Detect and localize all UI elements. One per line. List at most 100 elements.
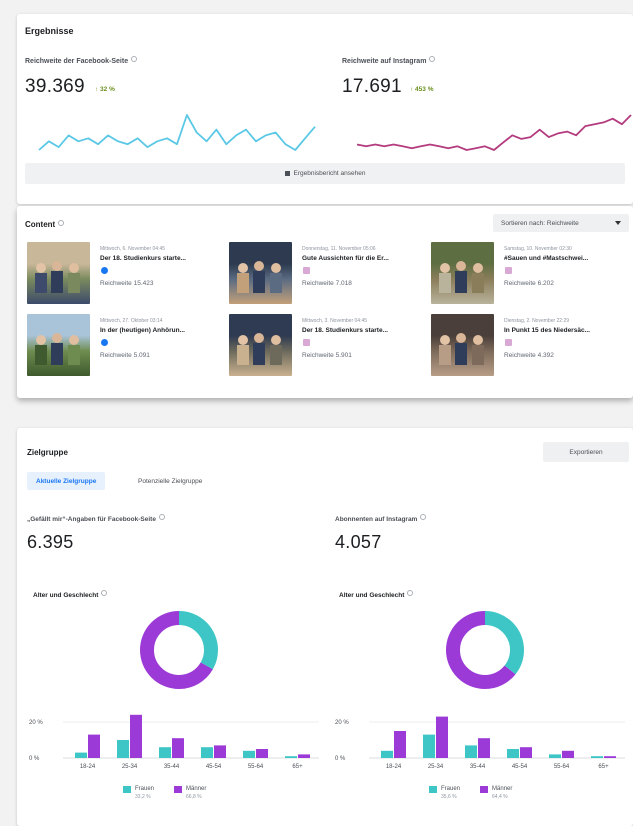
people-photo bbox=[237, 333, 282, 365]
facebook-reach-value: 39.369 bbox=[25, 76, 85, 97]
post-title[interactable]: Der 18. Studienkurs starte... bbox=[100, 255, 186, 262]
bar-women bbox=[507, 749, 519, 758]
post-reach: Reichweite 4.392 bbox=[504, 352, 554, 359]
gender-legend-left: Frauen 33,2 % Männer 66,8 % bbox=[123, 786, 206, 800]
info-icon[interactable] bbox=[101, 590, 108, 596]
bar-women bbox=[285, 756, 297, 758]
info-icon[interactable] bbox=[420, 514, 427, 520]
legend-men-pct: 64,4 % bbox=[492, 794, 508, 800]
age-bar-chart-left: 20 % 0 % 18-24 25-34 35-44 45-54 55-64 65+ bbox=[29, 714, 319, 770]
people-photo bbox=[35, 333, 80, 365]
post-reach: Reichweite 5.901 bbox=[302, 352, 352, 359]
export-button[interactable]: Exportieren bbox=[543, 442, 629, 462]
post-date: Dienstag, 2. November 22:29 bbox=[504, 318, 570, 324]
facebook-likes-value: 6.395 bbox=[27, 532, 74, 552]
facebook-icon bbox=[101, 339, 108, 346]
post-date: Donnerstag, 11. November 05:06 bbox=[302, 246, 376, 252]
post-thumbnail[interactable] bbox=[27, 314, 90, 376]
x-tick-label: 65+ bbox=[598, 764, 609, 770]
bar-women bbox=[201, 747, 213, 758]
post-date: Samstag, 10. November 02:30 bbox=[504, 246, 572, 252]
post-reach: Reichweite 5.091 bbox=[100, 352, 150, 359]
instagram-reach-value: 17.691 bbox=[342, 76, 402, 97]
tab-current-audience[interactable]: Aktuelle Zielgruppe bbox=[27, 472, 106, 490]
bar-men bbox=[214, 745, 226, 758]
bar-men bbox=[88, 734, 100, 758]
people-photo bbox=[439, 261, 484, 293]
report-icon bbox=[284, 171, 290, 176]
content-title: Content bbox=[25, 220, 65, 229]
x-tick-label: 45-54 bbox=[206, 764, 222, 770]
facebook-reach-sparkline bbox=[38, 114, 316, 151]
instagram-reach-label: Reichweite auf Instagram bbox=[342, 56, 436, 65]
bar-women bbox=[465, 745, 477, 758]
info-icon[interactable] bbox=[158, 514, 165, 520]
content-card: Content Sortieren nach: Reichweite Mittw… bbox=[17, 206, 633, 398]
facebook-reach-label: Reichweite der Facebook-Seite bbox=[25, 56, 138, 65]
post-thumbnail[interactable] bbox=[431, 242, 494, 304]
post-date: Mittwoch, 3. November 04:45 bbox=[302, 318, 368, 324]
sort-dropdown[interactable]: Sortieren nach: Reichweite bbox=[493, 214, 629, 232]
post-thumbnail[interactable] bbox=[229, 314, 292, 376]
legend-swatch-men bbox=[480, 786, 489, 793]
view-report-button[interactable]: Ergebnisbericht ansehen bbox=[25, 163, 625, 184]
post-tile[interactable]: Mittwoch, 27. Oktober 03:14 In der (heuti… bbox=[27, 314, 223, 376]
audience-title: Zielgruppe bbox=[27, 448, 68, 457]
tab-potential-audience[interactable]: Potenzielle Zielgruppe bbox=[129, 472, 211, 490]
post-tile[interactable]: Dienstag, 2. November 22:29 In Punkt 15 d… bbox=[431, 314, 627, 376]
post-tile[interactable]: Mittwoch, 6. November 04:45 Der 18. Studi… bbox=[27, 242, 223, 304]
post-tile[interactable]: Samstag, 10. November 02:30 #Sauen und #M… bbox=[431, 242, 627, 304]
bar-women bbox=[591, 756, 603, 758]
post-tile[interactable]: Mittwoch, 3. November 04:45 Der 18. Studi… bbox=[229, 314, 425, 376]
info-icon[interactable] bbox=[407, 590, 414, 596]
bar-men bbox=[478, 738, 490, 758]
age-bar-chart-right: 20 % 0 % 18-24 25-34 35-44 45-54 55-64 65+ bbox=[335, 716, 625, 770]
post-thumbnail[interactable] bbox=[27, 242, 90, 304]
x-tick-label: 55-64 bbox=[248, 764, 264, 770]
post-thumbnail[interactable] bbox=[431, 314, 494, 376]
y-tick-label: 0 % bbox=[29, 756, 40, 762]
post-reach: Reichweite 15.423 bbox=[100, 280, 154, 287]
bar-men bbox=[256, 749, 268, 758]
people-photo bbox=[439, 333, 484, 365]
sparkline-series bbox=[38, 114, 316, 151]
y-tick-label: 20 % bbox=[29, 720, 43, 726]
legend-women-pct: 35,6 % bbox=[441, 794, 457, 800]
post-date: Mittwoch, 27. Oktober 03:14 bbox=[100, 318, 163, 324]
bar-men bbox=[562, 750, 574, 758]
legend-men: Männer 66,8 % bbox=[174, 786, 206, 800]
post-thumbnail[interactable] bbox=[229, 242, 292, 304]
bar-men bbox=[394, 731, 406, 758]
y-tick-label: 20 % bbox=[335, 720, 349, 726]
legend-women: Frauen 33,2 % bbox=[123, 786, 154, 800]
people-photo bbox=[237, 261, 282, 293]
info-icon[interactable] bbox=[58, 220, 65, 226]
bar-women bbox=[159, 747, 171, 758]
info-icon[interactable] bbox=[131, 56, 138, 62]
bar-women bbox=[117, 740, 129, 758]
results-card: Ergebnisse Reichweite der Facebook-Seite… bbox=[17, 14, 633, 204]
legend-swatch-women bbox=[429, 786, 437, 793]
post-title[interactable]: Der 18. Studienkurs starte... bbox=[302, 327, 388, 334]
bar-men bbox=[520, 747, 532, 758]
post-tile[interactable]: Donnerstag, 11. November 05:06 Gute Aussi… bbox=[229, 242, 425, 304]
x-tick-label: 45-54 bbox=[512, 764, 528, 770]
post-title[interactable]: In der (heutigen) Anhörun... bbox=[100, 327, 185, 334]
bar-women bbox=[381, 750, 393, 758]
info-icon[interactable] bbox=[429, 56, 436, 62]
age-gender-label-right: Alter und Geschlecht bbox=[339, 590, 414, 599]
age-gender-label-left: Alter und Geschlecht bbox=[33, 590, 108, 599]
gender-donut-chart-right bbox=[446, 611, 524, 689]
gender-legend-right: Frauen 35,6 % Männer 64,4 % bbox=[429, 786, 512, 800]
post-title[interactable]: Gute Aussichten für die Er... bbox=[302, 255, 389, 262]
post-reach: Reichweite 6.202 bbox=[504, 280, 554, 287]
instagram-icon bbox=[303, 267, 310, 274]
instagram-icon bbox=[303, 339, 310, 346]
results-title: Ergebnisse bbox=[25, 26, 74, 36]
legend-men-pct: 66,8 % bbox=[186, 794, 202, 800]
x-tick-label: 18-24 bbox=[386, 764, 402, 770]
facebook-likes-label: „Gefällt mir“-Angaben für Facebook-Seite bbox=[27, 514, 165, 523]
post-title[interactable]: #Sauen und #Mastschwei... bbox=[504, 255, 588, 262]
legend-men: Männer 64,4 % bbox=[480, 786, 512, 800]
post-title[interactable]: In Punkt 15 des Niedersäc... bbox=[504, 327, 590, 334]
